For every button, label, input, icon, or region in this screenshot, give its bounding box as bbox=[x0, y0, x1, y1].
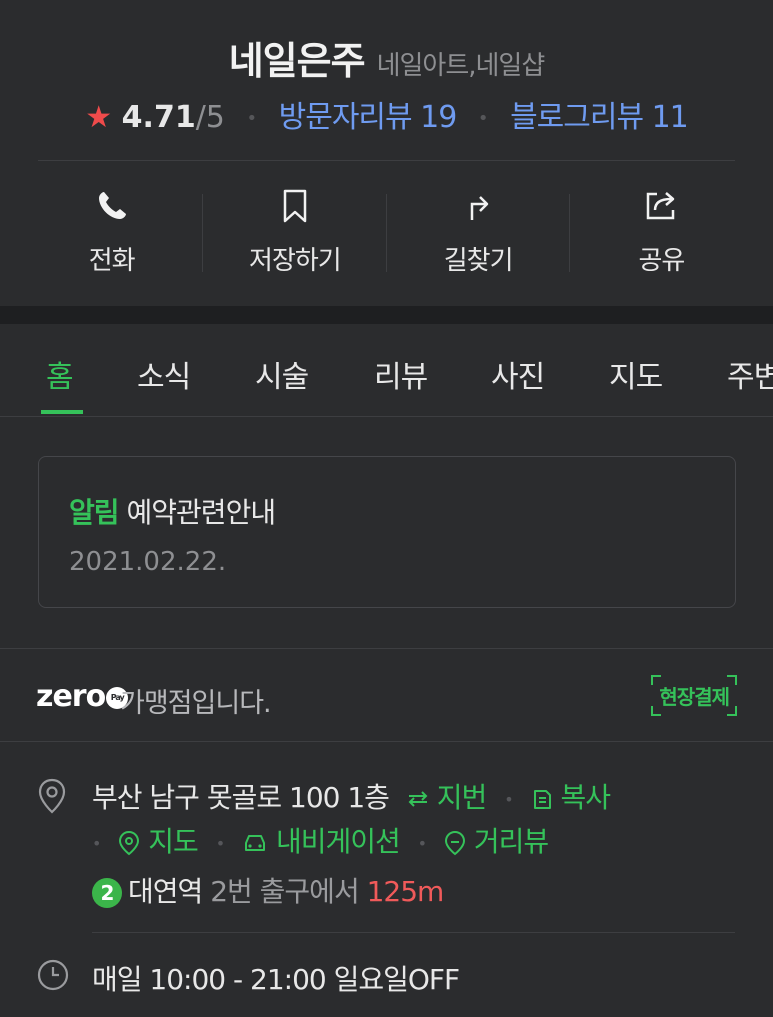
tab-map[interactable]: 지도 bbox=[609, 352, 663, 396]
jibeon-button[interactable]: 지번 bbox=[407, 781, 494, 814]
save-button[interactable]: 저장하기 bbox=[203, 186, 387, 286]
place-header: 네일은주 네일아트,네일샵 ★ 4.71/5 • 방문자리뷰 19 • 블로그리뷰… bbox=[0, 0, 773, 306]
tab-bar: 홈 소식 시술 리뷰 사진 지도 주변 bbox=[0, 324, 773, 417]
share-icon bbox=[647, 192, 675, 220]
tab-nearby[interactable]: 주변 bbox=[727, 352, 773, 396]
save-label: 저장하기 bbox=[249, 246, 342, 276]
place-category: 네일아트,네일샵 bbox=[376, 51, 546, 81]
zeropay-logo-text: zero bbox=[36, 679, 106, 714]
subway-station: 대연역 bbox=[128, 875, 203, 908]
divider bbox=[92, 932, 735, 933]
hours-text: 매일 10:00 - 21:00 일요일OFF bbox=[92, 963, 460, 996]
map-pin-icon bbox=[119, 830, 140, 856]
separator-dot: • bbox=[417, 833, 427, 853]
divider bbox=[38, 160, 735, 161]
share-label: 공유 bbox=[638, 246, 685, 276]
notice-date: 2021.02.22. bbox=[69, 547, 227, 577]
address-line: 부산 남구 못골로 100 1층 지번 • 복사 bbox=[92, 776, 611, 816]
tab-home[interactable]: 홈 bbox=[46, 352, 74, 396]
subway-exit: 2번 출구에서 bbox=[210, 875, 360, 908]
share-button[interactable]: 공유 bbox=[570, 186, 753, 286]
directions-button[interactable]: 길찾기 bbox=[387, 186, 571, 286]
hours-section[interactable]: 매일 10:00 - 21:00 일요일OFF bbox=[0, 954, 773, 1004]
blog-reviews-link[interactable]: 블로그리뷰 11 bbox=[510, 100, 689, 135]
zeropay-row: zero Pay 가맹점입니다. 현장결제 bbox=[0, 648, 773, 742]
directions-icon bbox=[470, 196, 489, 220]
onsite-payment-badge: 현장결제 bbox=[651, 675, 737, 716]
street-view-icon bbox=[444, 830, 466, 856]
rating-max: /5 bbox=[195, 100, 225, 135]
visitor-reviews-link[interactable]: 방문자리뷰 19 bbox=[279, 100, 458, 135]
tab-reviews[interactable]: 리뷰 bbox=[374, 352, 428, 396]
onsite-payment-label: 현장결제 bbox=[659, 685, 730, 709]
subway-line-badge: 2 bbox=[92, 878, 122, 908]
star-icon: ★ bbox=[85, 100, 113, 135]
subway-distance: 125m bbox=[366, 875, 445, 908]
title-row: 네일은주 네일아트,네일샵 bbox=[0, 30, 773, 85]
place-name: 네일은주 bbox=[228, 39, 366, 83]
rating-value: 4.71 bbox=[121, 100, 196, 135]
notice-title: 예약관련안내 bbox=[126, 496, 277, 529]
car-icon bbox=[245, 835, 266, 851]
tab-news[interactable]: 소식 bbox=[137, 352, 191, 396]
call-button[interactable]: 전화 bbox=[20, 186, 204, 286]
tab-treatment[interactable]: 시술 bbox=[255, 352, 309, 396]
zeropay-text: 가맹점입니다. bbox=[120, 688, 272, 719]
separator-dot: • bbox=[504, 789, 513, 809]
active-tab-indicator bbox=[41, 410, 83, 414]
copy-icon bbox=[533, 790, 551, 809]
jibeon-label: 지번 bbox=[436, 781, 488, 814]
address-actions: • 지도 • 내비게이션 • 거리뷰 bbox=[92, 820, 549, 860]
directions-label: 길찾기 bbox=[443, 246, 514, 276]
address-section: 부산 남구 못골로 100 1층 지번 • 복사 • 지도 • 내비게이션 • … bbox=[0, 772, 773, 922]
copy-button[interactable]: 복사 bbox=[531, 781, 611, 814]
bookmark-icon bbox=[283, 189, 307, 223]
separator-dot: • bbox=[246, 108, 258, 129]
section-gap bbox=[0, 306, 773, 324]
call-label: 전화 bbox=[88, 246, 136, 276]
notice-card[interactable]: 알림 예약관련안내 2021.02.22. bbox=[38, 456, 736, 608]
separator-dot: • bbox=[477, 108, 489, 129]
subway-info: 2 대연역 2번 출구에서 125m bbox=[92, 870, 445, 910]
navigation-label: 내비게이션 bbox=[275, 825, 401, 858]
navigation-link[interactable]: 내비게이션 bbox=[242, 825, 408, 858]
map-label: 지도 bbox=[148, 825, 199, 858]
street-view-link[interactable]: 거리뷰 bbox=[444, 825, 549, 858]
notice-tag: 알림 bbox=[69, 496, 120, 529]
street-view-label: 거리뷰 bbox=[473, 825, 549, 858]
address-text: 부산 남구 못골로 100 1층 bbox=[92, 781, 390, 814]
separator-dot: • bbox=[92, 833, 101, 853]
swap-icon bbox=[408, 791, 428, 807]
separator-dot: • bbox=[215, 833, 225, 853]
phone-icon bbox=[98, 192, 126, 219]
map-link[interactable]: 지도 bbox=[118, 825, 205, 858]
action-bar: 전화 저장하기 길찾기 공유 bbox=[20, 186, 753, 286]
copy-label: 복사 bbox=[560, 781, 611, 814]
rating-row: ★ 4.71/5 • 방문자리뷰 19 • 블로그리뷰 11 bbox=[0, 92, 773, 136]
zeropay-logo: zero Pay bbox=[36, 679, 129, 714]
clock-icon bbox=[37, 959, 69, 991]
location-pin-icon bbox=[38, 778, 66, 814]
tab-photos[interactable]: 사진 bbox=[491, 352, 545, 396]
notice-title-row: 알림 예약관련안내 bbox=[69, 491, 277, 531]
